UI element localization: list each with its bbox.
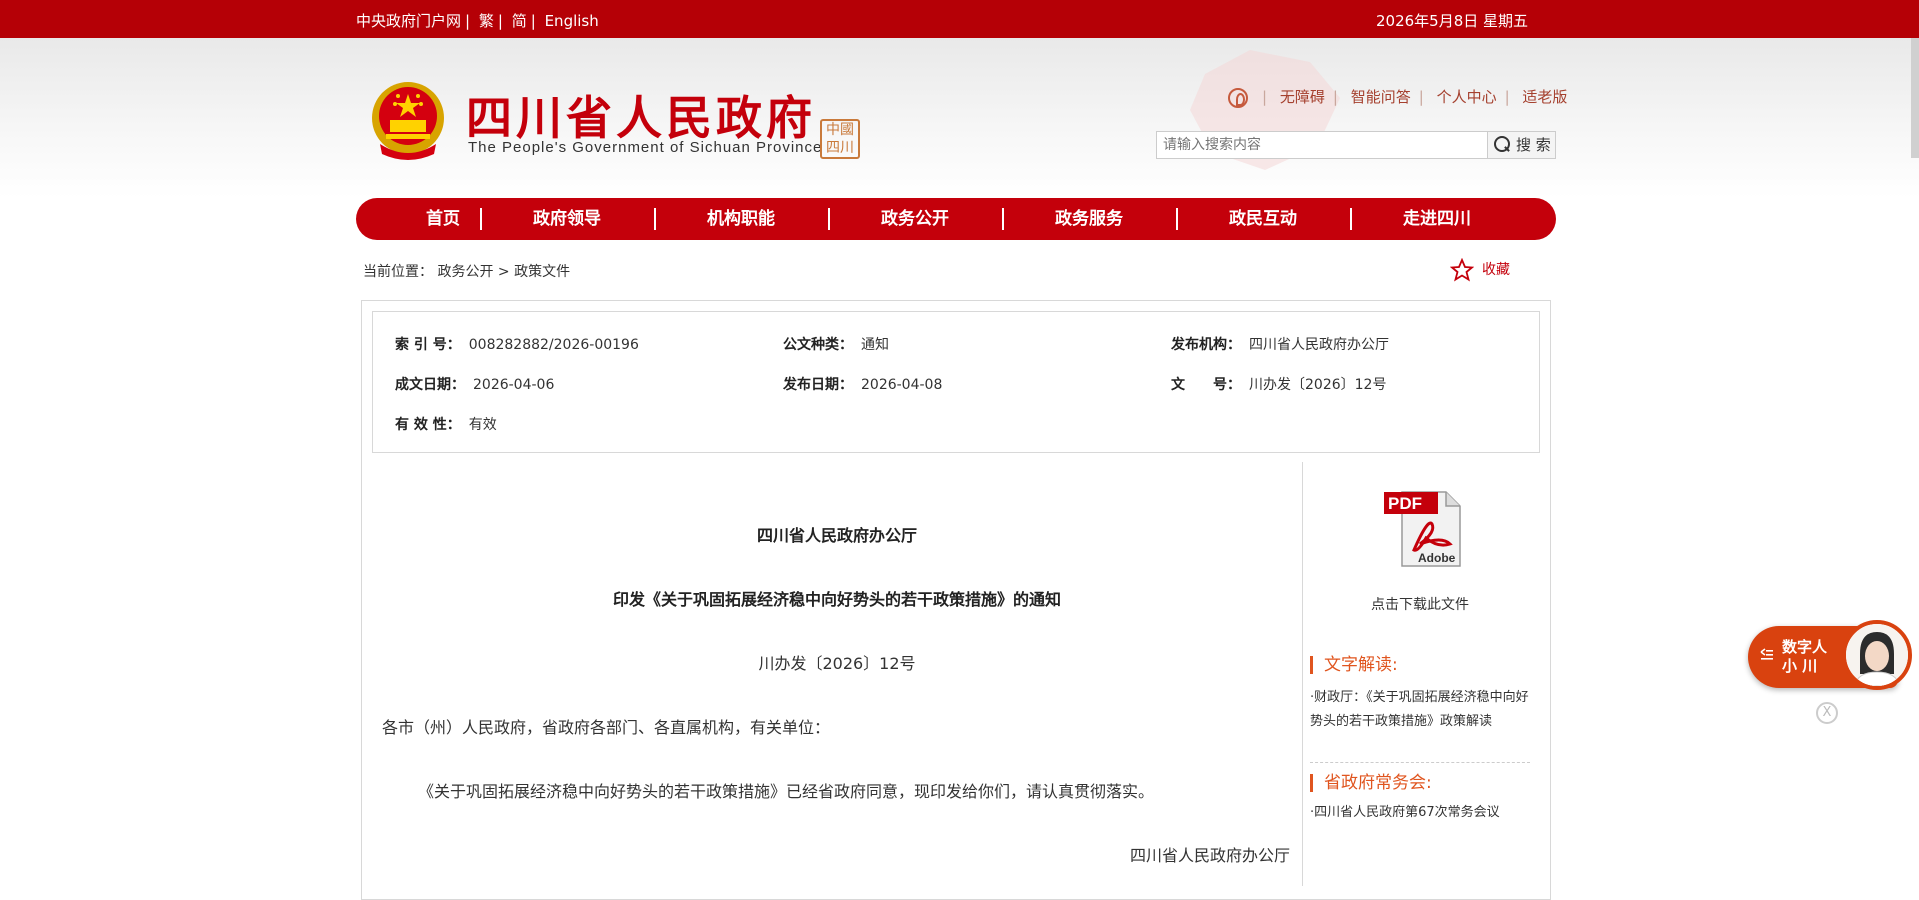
scrollbar[interactable] — [1911, 38, 1919, 158]
gov-portal-link[interactable]: 中央政府门户网 — [356, 12, 461, 30]
interpretation-link[interactable]: ·财政厅：《关于巩固拓展经济稳中向好势头的若干政策措施》政策解读 — [1310, 686, 1530, 734]
nav-about-sichuan[interactable]: 走进四川 — [1350, 198, 1524, 240]
info-issuer: 发布机构： 四川省人民政府办公厅 — [1171, 337, 1389, 353]
nav-public-interaction[interactable]: 政民互动 — [1176, 198, 1350, 240]
text-interpretation-heading: 文字解读: — [1310, 656, 1398, 674]
national-emblem-icon[interactable] — [368, 78, 448, 163]
search-icon — [1494, 136, 1510, 152]
breadcrumb-label: 当前位置： — [363, 264, 433, 280]
info-created-date: 成文日期： 2026-04-06 — [395, 377, 555, 393]
accessibility-link[interactable]: 无障碍 — [1280, 88, 1325, 106]
pdf-download-icon[interactable]: PDF Adobe — [1382, 488, 1464, 570]
sidebar-divider — [1302, 462, 1303, 886]
document-body: 《关于巩固拓展经济稳中向好势头的若干政策措施》已经省政府同意，现印发给你们，请认… — [418, 782, 1155, 801]
breadcrumb-policy-docs[interactable]: 政策文件 — [514, 264, 570, 280]
adobe-label: Adobe — [1418, 551, 1456, 565]
info-validity: 有 效 性： 有效 — [395, 417, 497, 433]
document-title: 印发《关于巩固拓展经济稳中向好势头的若干政策措施》的通知 — [612, 590, 1061, 609]
nav-gov-leaders[interactable]: 政府领导 — [480, 198, 654, 240]
star-icon — [1449, 257, 1475, 282]
nav-gov-affairs-open[interactable]: 政务公开 — [828, 198, 1002, 240]
search-input[interactable] — [1157, 132, 1487, 158]
smart-qa-link[interactable]: 智能问答 — [1351, 88, 1411, 106]
info-doc-type: 公文种类： 通知 — [783, 337, 889, 353]
search-button[interactable]: 搜 索 — [1488, 131, 1556, 159]
info-doc-number: 文 号： 川办发〔2026〕12号 — [1171, 377, 1387, 393]
document-issuer: 四川省人民政府办公厅 — [756, 526, 917, 545]
favorite-label: 收藏 — [1482, 262, 1510, 278]
menu-icon — [1760, 648, 1773, 660]
top-bar: 中央政府门户网 | 繁 | 简 | English 2026年5月8日 星期五 — [0, 0, 1919, 38]
china-sichuan-seal: 中國四川 — [820, 119, 860, 159]
simplified-chinese-link[interactable]: 简 — [512, 12, 527, 30]
assistant-avatar[interactable] — [1842, 620, 1912, 690]
main-nav: 首页 政府领导 机构职能 政务公开 政务服务 政民互动 走进四川 — [356, 198, 1556, 240]
executive-meeting-heading: 省政府常务会: — [1310, 774, 1432, 792]
nav-gov-services[interactable]: 政务服务 — [1002, 198, 1176, 240]
document-signature: 四川省人民政府办公厅 — [1129, 846, 1290, 865]
document-recipients: 各市（州）人民政府，省政府各部门、各直属机构，有关单位： — [382, 718, 831, 737]
site-subtitle: The People's Government of Sichuan Provi… — [468, 139, 823, 156]
document-number: 川办发〔2026〕12号 — [758, 654, 916, 673]
favorite-button[interactable]: 收藏 — [1449, 257, 1510, 282]
english-link[interactable]: English — [545, 12, 599, 30]
pdf-label: PDF — [1388, 494, 1422, 513]
close-assistant-button[interactable]: X — [1816, 702, 1838, 724]
header — [0, 38, 1919, 198]
info-published-date: 发布日期： 2026-04-08 — [783, 377, 943, 393]
accessibility-icon[interactable] — [1228, 87, 1248, 108]
document-info-box: 索 引 号： 008282882/2026-00196 公文种类： 通知 发布机构：… — [372, 311, 1540, 453]
search-button-label: 搜 索 — [1516, 136, 1551, 154]
breadcrumb-gov-affairs[interactable]: 政务公开 — [437, 264, 493, 280]
traditional-chinese-link[interactable]: 繁 — [479, 12, 494, 30]
quick-links: | 无障碍 | 智能问答 | 个人中心 | 适老版 — [1228, 86, 1567, 108]
nav-institutions[interactable]: 机构职能 — [654, 198, 828, 240]
personal-center-link[interactable]: 个人中心 — [1437, 88, 1497, 106]
executive-meeting-link[interactable]: ·四川省人民政府第67次常务会议 — [1310, 801, 1530, 825]
top-links: 中央政府门户网 | 繁 | 简 | English — [356, 12, 599, 30]
elderly-mode-link[interactable]: 适老版 — [1522, 88, 1567, 106]
download-file-link[interactable]: 点击下载此文件 — [1310, 594, 1530, 614]
sidebar-separator — [1310, 762, 1530, 763]
digital-assistant-label: 数字人 小 川 — [1782, 638, 1828, 675]
info-index-no: 索 引 号： 008282882/2026-00196 — [395, 337, 639, 353]
current-date: 2026年5月8日 星期五 — [1376, 12, 1529, 30]
search-box — [1156, 131, 1488, 159]
breadcrumb: 当前位置： 政务公开 > 政策文件 — [363, 264, 571, 280]
